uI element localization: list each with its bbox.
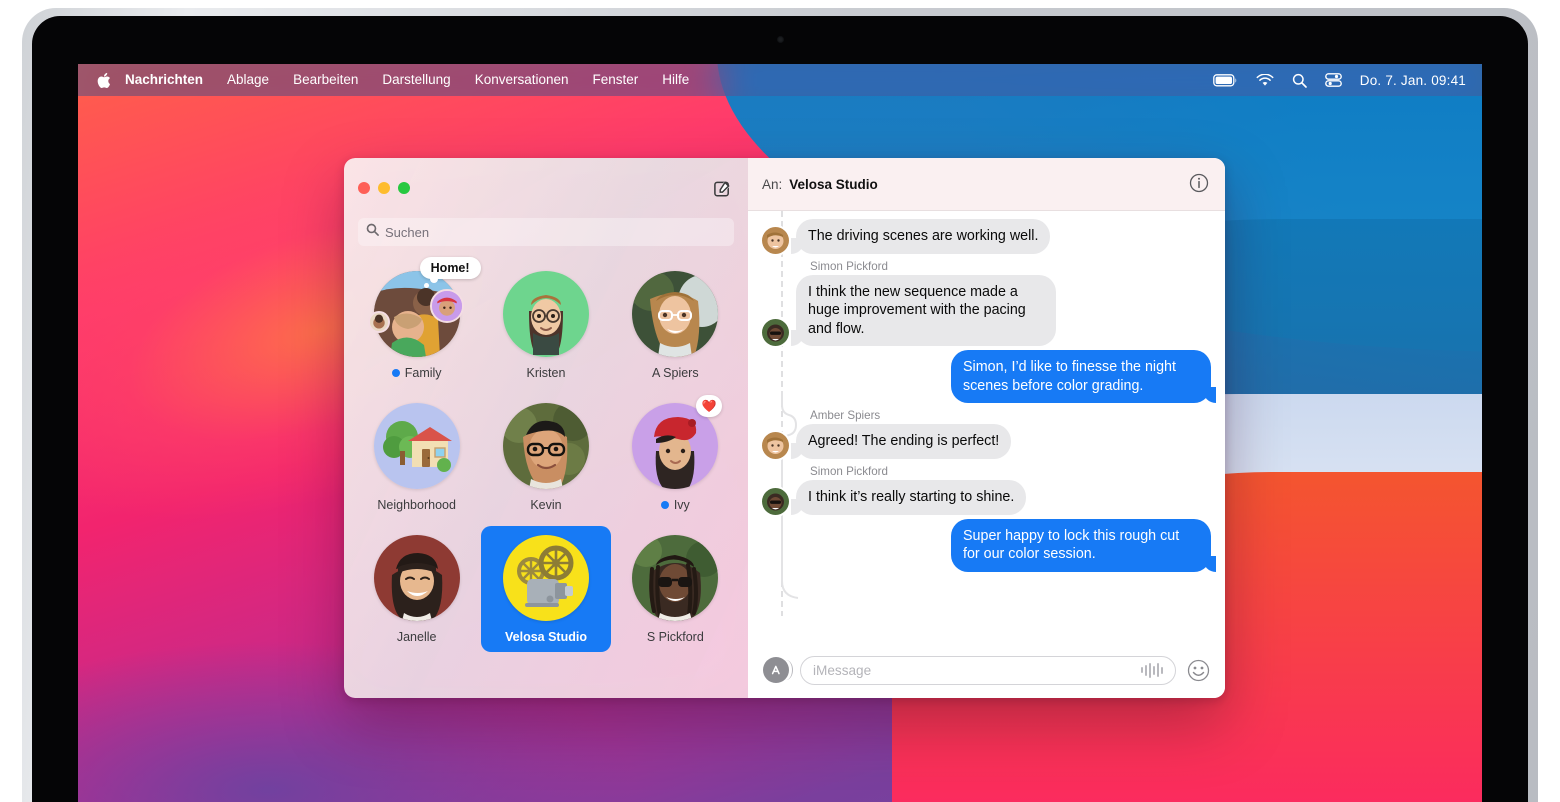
avatar: Home! — [367, 257, 481, 357]
message-row: The driving scenes are working well. — [762, 219, 1211, 254]
conversation-tile-kristen[interactable]: Kristen — [481, 262, 610, 388]
memoji-badge-icon — [429, 289, 464, 323]
conversation-name: Janelle — [396, 630, 437, 644]
apple-logo-icon[interactable] — [91, 72, 117, 89]
conversation-name: Kevin — [530, 498, 562, 512]
unread-dot — [660, 501, 669, 509]
conversation-name: A Spiers — [652, 366, 699, 380]
message-row: Simon, I’d like to finesse the night sce… — [762, 350, 1216, 404]
unread-dot — [391, 369, 400, 377]
conversation-sidebar: Suchen Home! Family Kristen A Spiers Nei… — [344, 158, 748, 698]
to-label: An: — [762, 176, 783, 192]
avatar — [502, 403, 589, 489]
conversation-tile-family[interactable]: Home! Family — [352, 257, 481, 388]
message-bubble[interactable]: I think the new sequence made a huge imp… — [791, 274, 1056, 347]
message-preview-badge: Home! — [419, 257, 481, 288]
conversation-tile-a-spiers[interactable]: A Spiers — [611, 262, 740, 388]
avatar — [762, 487, 789, 515]
emoji-smiley-icon[interactable] — [1187, 659, 1210, 682]
sidebar-titlebar — [344, 158, 748, 218]
screen: Nachrichten Ablage Bearbeiten Darstellun… — [78, 64, 1482, 802]
menu-item-app-name[interactable]: Nachrichten — [117, 64, 215, 96]
app-store-icon[interactable] — [763, 657, 793, 683]
avatar — [632, 271, 719, 357]
spotlight-search-icon[interactable] — [1292, 73, 1307, 88]
conversation-name: Kristen — [526, 366, 566, 380]
avatar — [762, 319, 789, 347]
conversation-grid: Home! Family Kristen A Spiers Neighborho… — [344, 257, 748, 652]
avatar — [762, 432, 789, 460]
minimize-button[interactable] — [378, 182, 390, 194]
message-row: I think it’s really starting to shine. — [762, 480, 1211, 515]
conversation-header: An: Velosa Studio — [748, 158, 1225, 211]
imessage-input[interactable]: iMessage — [800, 655, 1176, 685]
message-bubble[interactable]: The driving scenes are working well. — [790, 219, 1051, 254]
conversation-tile-velosa-studio[interactable]: Velosa Studio — [481, 526, 611, 652]
conversation-name: S Pickford — [646, 630, 704, 644]
menu-item-bearbeiten[interactable]: Bearbeiten — [281, 64, 370, 96]
compose-icon[interactable] — [710, 176, 734, 200]
audio-waveform-icon[interactable] — [1141, 662, 1163, 678]
message-bubble[interactable]: Agreed! The ending is perfect! — [790, 424, 1012, 460]
small-avatar-badge-icon — [367, 311, 390, 333]
menu-item-hilfe[interactable]: Hilfe — [650, 64, 701, 96]
menu-item-fenster[interactable]: Fenster — [581, 64, 651, 96]
info-icon[interactable] — [1189, 173, 1211, 195]
message-row: Super happy to lock this rough cut for o… — [762, 518, 1216, 572]
conversation-name: Velosa Studio — [505, 630, 587, 644]
search-placeholder: Suchen — [385, 224, 430, 240]
imessage-placeholder: iMessage — [813, 662, 872, 678]
message-composer: iMessage — [748, 642, 1225, 698]
menu-item-konversationen[interactable]: Konversationen — [463, 64, 581, 96]
avatar — [502, 535, 589, 621]
conversation-tile-ivy[interactable]: ❤️ Ivy — [611, 394, 740, 520]
conversation-name: Ivy — [660, 498, 690, 512]
conversation-name: Family — [391, 366, 442, 380]
conversation-tile-kevin[interactable]: Kevin — [481, 394, 610, 520]
conversation-tile-janelle[interactable]: Janelle — [352, 526, 481, 652]
wifi-icon[interactable] — [1256, 73, 1274, 87]
message-bubble[interactable]: I think it’s really starting to shine. — [790, 480, 1027, 515]
battery-icon[interactable] — [1212, 73, 1238, 87]
screenshot-root: Nachrichten Ablage Bearbeiten Darstellun… — [0, 0, 1560, 802]
conversation-pane: An: Velosa Studio The driving scenes are… — [748, 158, 1225, 698]
close-button[interactable] — [358, 182, 370, 194]
menu-bar-clock[interactable]: Do. 7. Jan. 09:41 — [1360, 73, 1466, 88]
avatar — [632, 535, 719, 621]
conversation-tile-neighborhood[interactable]: Neighborhood — [352, 394, 481, 520]
heart-reaction-badge: ❤️ — [696, 395, 723, 417]
message-sender-name: Simon Pickford — [810, 259, 888, 273]
recipient-name[interactable]: Velosa Studio — [789, 177, 878, 192]
message-row: Agreed! The ending is perfect! — [762, 424, 1211, 460]
avatar — [373, 403, 460, 489]
avatar — [762, 226, 789, 254]
menu-item-darstellung[interactable]: Darstellung — [370, 64, 462, 96]
menu-bar: Nachrichten Ablage Bearbeiten Darstellun… — [78, 64, 1482, 96]
avatar — [373, 535, 460, 621]
avatar: ❤️ — [632, 395, 723, 489]
conversation-tile-s-pickford[interactable]: S Pickford — [611, 526, 740, 652]
message-sender-name: Simon Pickford — [810, 465, 888, 479]
message-bubble[interactable]: Simon, I’d like to finesse the night sce… — [951, 350, 1216, 404]
webcam-icon — [777, 36, 784, 43]
search-input[interactable]: Suchen — [358, 218, 734, 246]
window-controls — [358, 182, 410, 194]
conversation-name: Neighborhood — [377, 498, 456, 512]
control-center-icon[interactable] — [1324, 73, 1342, 87]
menu-item-ablage[interactable]: Ablage — [215, 64, 281, 96]
message-thread[interactable]: The driving scenes are working well. Sim… — [748, 211, 1225, 642]
message-sender-name: Amber Spiers — [810, 409, 881, 423]
message-bubble[interactable]: Super happy to lock this rough cut for o… — [951, 518, 1216, 572]
avatar — [502, 271, 589, 357]
search-icon — [366, 223, 379, 241]
zoom-button[interactable] — [398, 182, 410, 194]
messages-window: Suchen Home! Family Kristen A Spiers Nei… — [344, 158, 1225, 698]
message-row: I think the new sequence made a huge imp… — [762, 274, 1211, 347]
